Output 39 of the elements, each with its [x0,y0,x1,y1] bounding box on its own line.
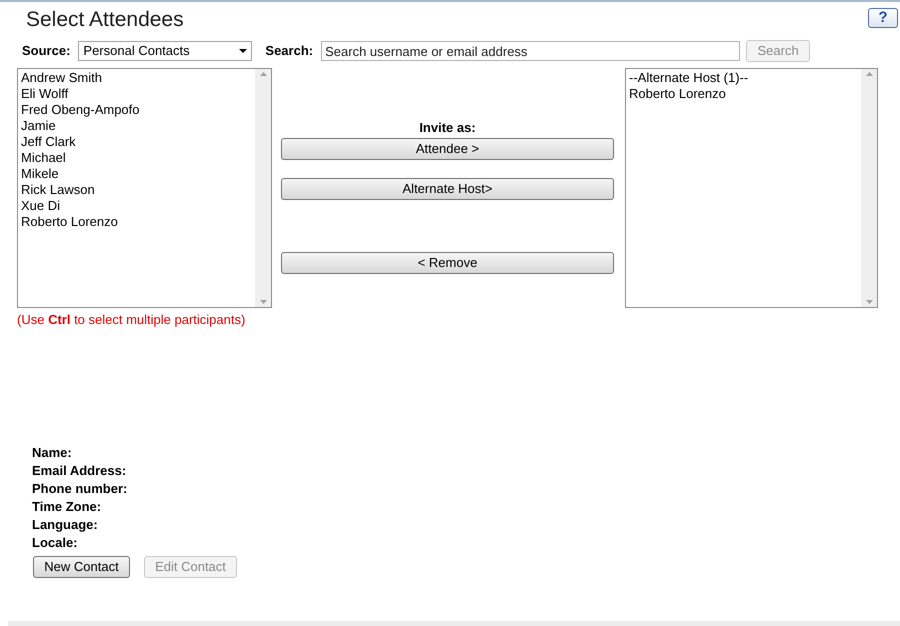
dropdown-caret-icon [239,49,248,53]
help-button[interactable]: ? [868,8,898,28]
list-item[interactable]: Andrew Smith [21,70,102,86]
invite-action-button[interactable]: < Remove [281,252,614,274]
search-label: Search: [265,42,314,60]
list-item[interactable]: Michael [21,150,66,166]
list-item[interactable]: Roberto Lorenzo [629,86,726,102]
invite-as-label: Invite as: [419,120,476,136]
list-item[interactable]: Xue Di [21,198,60,214]
contact-button[interactable]: New Contact [33,556,130,578]
list-item[interactable]: Mikele [21,166,59,182]
list-item[interactable]: Fred Obeng-Ampofo [21,102,140,118]
search-field[interactable]: Search username or email address [321,41,740,61]
list-item[interactable]: Jeff Clark [21,134,76,150]
detail-label: Name: [32,444,72,462]
page-title: Select Attendees [26,8,184,32]
scroll-down-icon[interactable] [866,300,872,304]
source-dropdown[interactable]: Personal Contacts [78,41,252,61]
list-item[interactable]: Rick Lawson [21,182,95,198]
detail-label: Phone number: [32,480,128,498]
detail-label: Email Address: [32,462,126,480]
list-item[interactable]: --Alternate Host (1)-- [629,70,748,86]
invite-action-button[interactable]: Alternate Host> [281,178,614,200]
detail-label: Time Zone: [32,498,102,516]
selection-hint: (Use Ctrl to select multiple participants) [17,311,246,329]
list-item[interactable]: Jamie [21,118,56,134]
scrollbar[interactable] [255,69,271,307]
invitees-listbox[interactable]: --Alternate Host (1)-- Roberto Lorenzo [625,68,878,308]
list-item[interactable]: Roberto Lorenzo [21,214,118,230]
invite-action-button[interactable]: Attendee > [281,138,614,160]
scroll-up-icon[interactable] [866,72,872,76]
scroll-down-icon[interactable] [260,300,266,304]
detail-label: Locale: [32,534,78,552]
contacts-listbox[interactable]: Andrew Smith Eli Wolff Fred Obeng-Ampofo Jamie Jeff Clark Michael Mikele Rick Lawson Xue Di Roberto Lorenzo [17,68,272,308]
list-item[interactable]: Eli Wolff [21,86,68,102]
source-label: Source: [22,42,70,60]
detail-label: Language: [32,516,98,534]
scroll-up-icon[interactable] [260,72,266,76]
scrollbar[interactable] [861,69,877,307]
